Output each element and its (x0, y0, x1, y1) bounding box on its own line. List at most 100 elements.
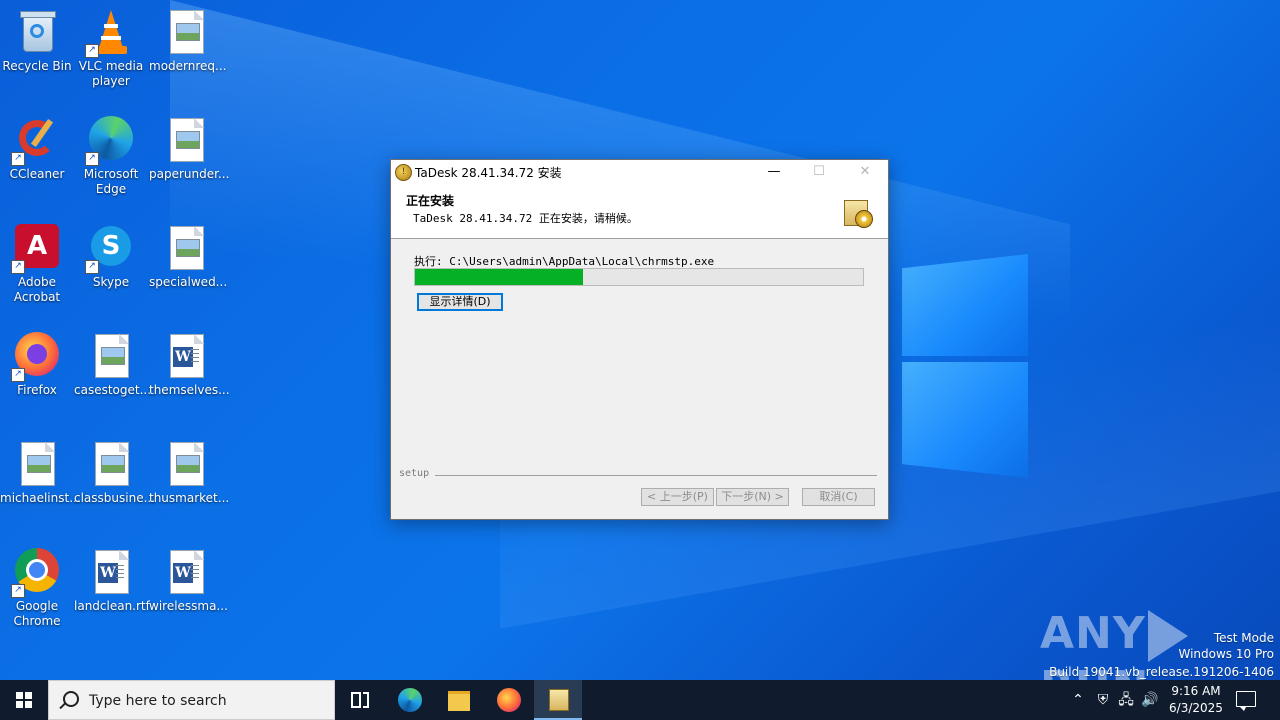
windows-edition-text: Windows 10 Pro (1178, 647, 1274, 661)
skype-icon: S ↗ (85, 224, 135, 274)
desktop-icon-classbusine[interactable]: classbusine... (74, 440, 156, 506)
next-button[interactable]: 下一步(N) > (716, 488, 789, 506)
desktop-icon-label: paperunder... (149, 167, 230, 181)
image-file-icon (87, 440, 135, 488)
back-button[interactable]: < 上一步(P) (641, 488, 714, 506)
test-mode-text: Test Mode (1213, 631, 1274, 645)
build-text: Build 19041.vb_release.191206-1406 (1049, 665, 1274, 679)
taskbar-edge[interactable] (386, 680, 434, 720)
anyrun-logo-left: ANY (1040, 608, 1146, 659)
recycle-bin-icon (13, 8, 61, 56)
desktop-icon-label: Skype (92, 275, 130, 289)
desktop-icon-vlc[interactable]: ↗ VLC media player (74, 8, 148, 89)
desktop-icon-google-chrome[interactable]: ↗ Google Chrome (0, 548, 74, 629)
desktop-icon-label: wirelessma... (149, 599, 228, 613)
desktop-icon-label: classbusine... (74, 491, 156, 505)
cancel-button[interactable]: 取消(C) (802, 488, 875, 506)
taskbar-file-explorer[interactable] (435, 680, 483, 720)
branding-text: setup (399, 468, 436, 479)
desktop-icon-casestoget[interactable]: casestoget... (74, 332, 152, 398)
minimize-button[interactable]: — (751, 160, 797, 184)
shortcut-arrow-icon: ↗ (11, 584, 25, 598)
maximize-button[interactable]: ☐ (796, 160, 842, 184)
desktop-icon-recycle-bin[interactable]: Recycle Bin (0, 8, 74, 74)
notification-center-icon[interactable] (1236, 691, 1256, 711)
windows-logo-wallpaper (880, 240, 1030, 480)
desktop-icon-paperunder[interactable]: paperunder... (149, 116, 230, 182)
tray-security-icon[interactable]: ⛨ (1092, 680, 1114, 720)
desktop-icon-label: modernreq... (149, 59, 227, 73)
desktop-icon-label: CCleaner (9, 167, 65, 181)
installer-app-icon: ! (395, 164, 412, 181)
minimize-icon: — (767, 164, 781, 179)
chevron-up-icon: ⌃ (1072, 692, 1084, 708)
windows-start-icon (16, 692, 32, 708)
install-progress-bar (414, 268, 864, 286)
installer-box-icon (841, 196, 873, 228)
taskbar-installer[interactable] (534, 680, 582, 720)
desktop-icon-specialwed[interactable]: specialwed... (149, 224, 228, 290)
show-details-button[interactable]: 显示详情(D) (417, 293, 503, 311)
desktop-icon-firefox[interactable]: ↗ Firefox (0, 332, 74, 398)
progress-fill (415, 269, 583, 285)
shortcut-arrow-icon: ↗ (85, 44, 99, 58)
header-subtitle: TaDesk 28.41.34.72 正在安装，请稍候。 (413, 212, 638, 225)
image-file-icon (162, 440, 210, 488)
word-document-icon: W (162, 548, 210, 596)
start-button[interactable] (0, 680, 48, 720)
clock-time: 9:16 AM (1171, 684, 1221, 698)
image-file-icon (13, 440, 61, 488)
taskbar-clock[interactable]: 9:16 AM 6/3/2025 (1166, 683, 1226, 717)
desktop-icon-label: Microsoft Edge (83, 167, 139, 196)
vlc-cone-icon: ↗ (85, 8, 135, 58)
firefox-icon: ↗ (11, 332, 61, 382)
header-title: 正在安装 (406, 194, 455, 208)
ccleaner-icon: ↗ (11, 116, 61, 166)
desktop-icon-label: casestoget... (74, 383, 152, 397)
desktop-icon-michaelinst[interactable]: michaelinst... (0, 440, 81, 506)
taskbar: Type here to search ⌃ ⛨ 🖧 🔊 9:16 AM 6/3/… (0, 680, 1280, 720)
search-icon (63, 691, 79, 707)
desktop-icon-ccleaner[interactable]: ↗ CCleaner (0, 116, 74, 182)
network-icon[interactable]: 🖧 (1115, 680, 1137, 720)
volume-icon[interactable]: 🔊 (1139, 680, 1161, 720)
acrobat-icon: A ↗ (11, 224, 61, 274)
clock-date: 6/3/2025 (1169, 701, 1223, 715)
installer-box-icon (549, 689, 569, 711)
task-view-button[interactable] (336, 680, 384, 720)
desktop-icon-label: landclean.rtf (74, 599, 150, 613)
firefox-icon (497, 688, 521, 712)
desktop-icon-edge[interactable]: ↗ Microsoft Edge (74, 116, 148, 197)
taskbar-search-box[interactable]: Type here to search (48, 680, 335, 720)
edge-icon (398, 688, 422, 712)
desktop-icon-landclean[interactable]: W landclean.rtf (74, 548, 150, 614)
close-button[interactable]: ✕ (842, 160, 888, 184)
desktop-icon-adobe-acrobat[interactable]: A ↗ Adobe Acrobat (0, 224, 74, 305)
image-file-icon (162, 8, 210, 56)
desktop-icon-modernreq[interactable]: modernreq... (149, 8, 227, 74)
desktop-icon-label: michaelinst... (0, 491, 81, 505)
desktop-icon-label: Adobe Acrobat (13, 275, 61, 304)
taskbar-firefox[interactable] (485, 680, 533, 720)
installer-dialog: ! TaDesk 28.41.34.72 安装 — ☐ ✕ 正在安装 TaDes… (390, 159, 889, 520)
shortcut-arrow-icon: ↗ (11, 152, 25, 166)
desktop-icon-label: Firefox (17, 383, 57, 397)
desktop-icon-skype[interactable]: S ↗ Skype (74, 224, 148, 290)
task-view-icon (351, 692, 361, 708)
desktop-icon-label: Google Chrome (13, 599, 61, 628)
dialog-titlebar[interactable]: ! TaDesk 28.41.34.72 安装 — ☐ ✕ (391, 160, 888, 184)
shortcut-arrow-icon: ↗ (85, 152, 99, 166)
show-hidden-icons-button[interactable]: ⌃ (1068, 680, 1088, 720)
image-file-icon (87, 332, 135, 380)
shortcut-arrow-icon: ↗ (11, 260, 25, 274)
desktop-icon-thusmarket[interactable]: thusmarket... (149, 440, 229, 506)
chrome-icon: ↗ (11, 548, 61, 598)
exec-status-text: 执行: C:\Users\admin\AppData\Local\chrmstp… (414, 255, 715, 268)
desktop-icon-themselves[interactable]: W themselves... (149, 332, 230, 398)
desktop-icon-wirelessma[interactable]: W wirelessma... (149, 548, 228, 614)
word-document-icon: W (87, 548, 135, 596)
desktop-icon-label: specialwed... (149, 275, 228, 289)
shortcut-arrow-icon: ↗ (85, 260, 99, 274)
image-file-icon (162, 116, 210, 164)
desktop-icon-label: themselves... (149, 383, 230, 397)
